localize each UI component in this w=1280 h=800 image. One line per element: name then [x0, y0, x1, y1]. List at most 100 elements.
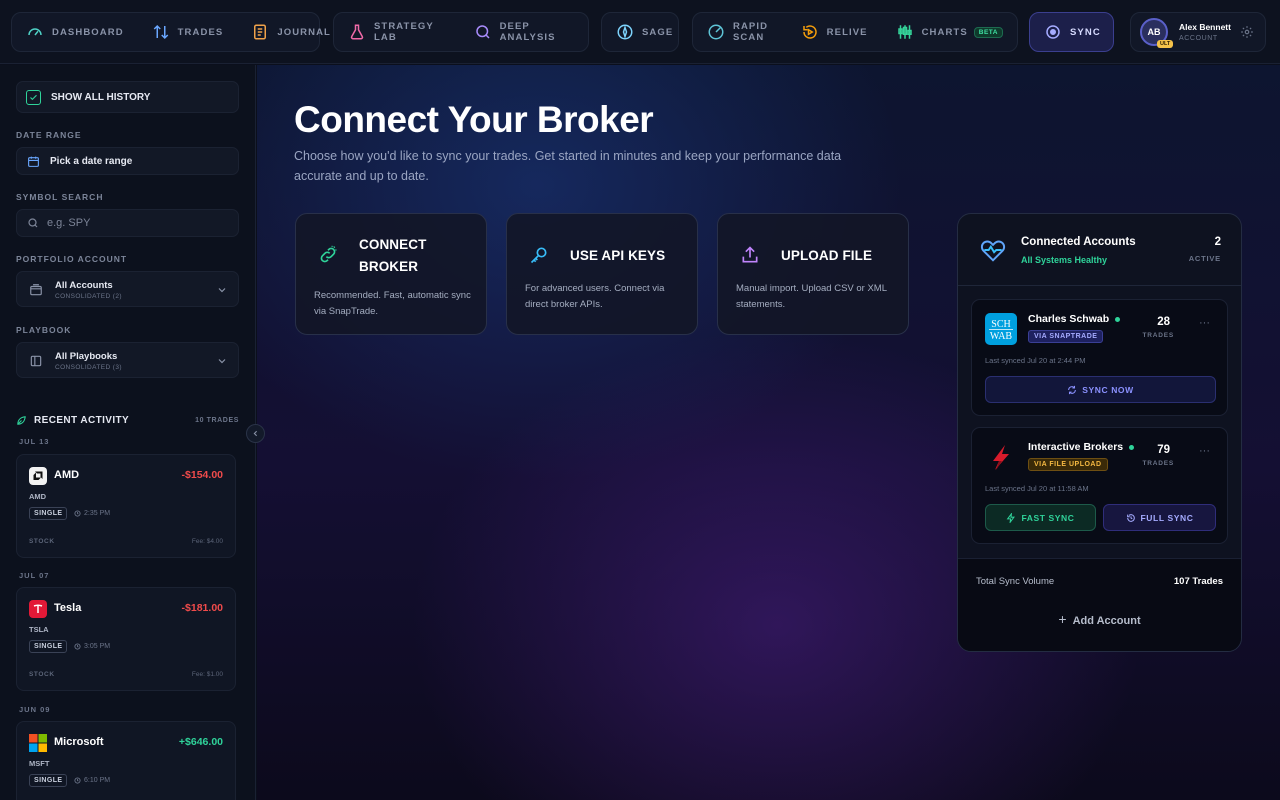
calendar-icon — [28, 156, 39, 167]
last-synced: Last synced Jul 20 at 2:44 PM — [985, 356, 1086, 365]
last-synced: Last synced Jul 20 at 11:58 AM — [985, 484, 1089, 493]
arrows-up-down-icon — [153, 24, 168, 40]
trade-tag: SINGLE — [29, 640, 68, 653]
nav-charts[interactable]: CHARTS BETA — [882, 13, 1017, 51]
portfolio-account-sub: CONSOLIDATED (2) — [55, 293, 122, 300]
trade-symbol: AMD — [29, 492, 47, 501]
fast-sync-label: FAST SYNC — [1021, 512, 1075, 523]
playbook-select[interactable]: All Playbooks CONSOLIDATED (3) — [16, 342, 239, 378]
playbook-sub: CONSOLIDATED (3) — [55, 364, 122, 371]
trade-name: Microsoft — [54, 736, 104, 748]
connect-broker-option[interactable]: CONNECT BROKER Recommended. Fast, automa… — [295, 213, 487, 335]
magnifier-icon — [475, 25, 490, 39]
flask-icon — [350, 24, 364, 40]
trade-time: 6:10 PM — [74, 777, 110, 784]
user-menu[interactable]: AB ULT Alex Bennett ACCOUNT — [1130, 12, 1266, 52]
candlestick-icon — [897, 25, 912, 39]
leaf-icon — [17, 415, 26, 425]
chevron-down-icon — [218, 288, 226, 293]
date-range-label: DATE RANGE — [16, 130, 82, 140]
recent-activity-header: RECENT ACTIVITY 10 TRADES — [16, 413, 239, 427]
full-sync-button[interactable]: FULL SYNC — [1103, 504, 1216, 531]
more-options-icon[interactable]: ··· — [1199, 445, 1210, 457]
trade-fee: Fee: $1.00 — [191, 671, 223, 678]
trade-time: 2:35 PM — [74, 510, 110, 517]
schwab-logo-text-top: SCH — [991, 319, 1010, 330]
trade-card[interactable]: AMD -$154.00 AMD SINGLE 2:35 PM STOCK Fe… — [16, 454, 236, 558]
nav-deep-analysis-label: DEEP ANALYSIS — [499, 21, 556, 43]
search-icon — [28, 218, 38, 228]
source-badge: VIA FILE UPLOAD — [1028, 458, 1108, 471]
gear-icon[interactable] — [1240, 25, 1254, 39]
plus-icon: + — [1058, 611, 1067, 627]
date-range-value: Pick a date range — [50, 155, 133, 167]
sync-now-label: SYNC NOW — [1082, 384, 1134, 395]
date-range-picker[interactable]: Pick a date range — [16, 147, 239, 175]
top-navigation: DASHBOARD TRADES JOURNAL STRATEGY LAB DE… — [0, 0, 1280, 64]
nav-rapid-scan-label: RAPID SCAN — [733, 21, 769, 43]
collapse-sidebar-button[interactable] — [246, 424, 265, 443]
history-icon — [1126, 513, 1135, 522]
account-card-schwab: SCH WAB Charles Schwab VIA SNAPTRADE 28 … — [971, 299, 1228, 416]
nav-sage-label: SAGE — [642, 26, 674, 38]
show-all-history-toggle[interactable]: SHOW ALL HISTORY — [16, 81, 239, 113]
wallet-icon — [30, 284, 42, 296]
trade-card[interactable]: Microsoft +$646.00 MSFT SINGLE 6:10 PM — [16, 721, 236, 800]
interactive-brokers-logo — [985, 441, 1017, 473]
trade-time-value: 6:10 PM — [84, 777, 111, 784]
account-card-interactive-brokers: Interactive Brokers VIA FILE UPLOAD 79 T… — [971, 427, 1228, 544]
trade-card[interactable]: Tesla -$181.00 TSLA SINGLE 3:05 PM STOCK… — [16, 587, 236, 691]
page-title: Connect Your Broker — [294, 99, 654, 140]
checkbox[interactable] — [26, 89, 41, 105]
nav-dashboard[interactable]: DASHBOARD — [12, 13, 138, 51]
nav-deep-analysis[interactable]: DEEP ANALYSIS — [460, 13, 588, 51]
sync-now-button[interactable]: SYNC NOW — [985, 376, 1216, 403]
account-name: Charles Schwab — [1028, 313, 1121, 325]
heartbeat-icon — [980, 240, 1006, 262]
api-keys-option[interactable]: USE API KEYS For advanced users. Connect… — [506, 213, 698, 335]
api-keys-title: USE API KEYS — [570, 248, 666, 263]
gauge-icon — [28, 28, 42, 36]
nav-group-tools: RAPID SCAN RELIVE CHARTS BETA — [692, 12, 1018, 52]
trade-symbol: MSFT — [29, 759, 50, 768]
nav-relive[interactable]: RELIVE — [787, 13, 882, 51]
symbol-search-box — [16, 209, 239, 237]
source-badge: VIA SNAPTRADE — [1028, 330, 1104, 343]
trade-symbol: TSLA — [29, 625, 49, 634]
trade-name: AMD — [54, 469, 80, 481]
nav-journal[interactable]: JOURNAL — [237, 13, 345, 51]
nav-trades[interactable]: TRADES — [138, 13, 238, 51]
active-count: 2 — [1214, 236, 1221, 248]
page-subtitle: Choose how you'd like to sync your trade… — [294, 149, 842, 183]
system-status: All Systems Healthy — [1021, 255, 1108, 265]
active-count-label: ACTIVE — [1188, 254, 1221, 263]
add-account-label: Add Account — [1072, 615, 1141, 627]
main-content: Connect Your Broker Choose how you'd lik… — [257, 65, 1280, 800]
total-sync-volume-label: Total Sync Volume — [976, 576, 1055, 587]
replay-icon — [802, 25, 817, 39]
symbol-search-input[interactable] — [47, 217, 217, 229]
amd-logo — [29, 467, 47, 485]
tier-badge: ULT — [1157, 40, 1174, 48]
nav-strategy-lab[interactable]: STRATEGY LAB — [334, 13, 460, 51]
more-options-icon[interactable]: ··· — [1199, 317, 1210, 329]
upload-file-option[interactable]: UPLOAD FILE Manual import. Upload CSV or… — [717, 213, 909, 335]
api-keys-description: For advanced users. Connect via direct b… — [525, 283, 665, 310]
add-account-button[interactable]: + Add Account — [958, 611, 1241, 627]
fast-sync-button[interactable]: FAST SYNC — [985, 504, 1096, 531]
trade-pnl: -$154.00 — [181, 469, 223, 481]
portfolio-account-select[interactable]: All Accounts CONSOLIDATED (2) — [16, 271, 239, 307]
trade-time: 3:05 PM — [74, 643, 110, 650]
user-role: ACCOUNT — [1179, 35, 1218, 42]
activity-date-header: JUN 09 — [19, 705, 51, 714]
key-icon — [530, 247, 547, 264]
nav-sync[interactable]: SYNC — [1030, 13, 1115, 51]
nav-charts-label: CHARTS — [921, 26, 968, 38]
nav-sage[interactable]: SAGE — [602, 13, 687, 51]
portfolio-account-value: All Accounts — [55, 280, 113, 291]
schwab-logo-text-bottom: WAB — [990, 331, 1013, 342]
account-trade-count: 28 — [1157, 316, 1170, 328]
trade-time-value: 3:05 PM — [84, 643, 111, 650]
nav-rapid-scan[interactable]: RAPID SCAN — [693, 13, 787, 51]
nav-group-analysis: STRATEGY LAB DEEP ANALYSIS — [333, 12, 589, 52]
